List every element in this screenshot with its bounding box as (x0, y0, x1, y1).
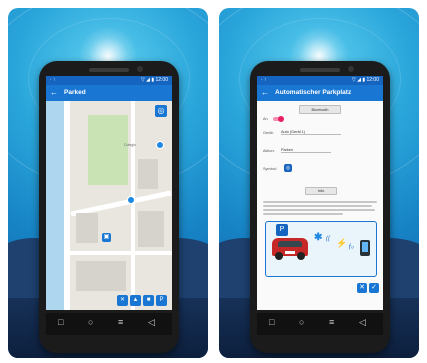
action-select[interactable]: Parken (281, 148, 331, 153)
toggle-label: An (263, 117, 268, 121)
map-road (70, 251, 172, 255)
android-nav-bar: □ ○ ≡ ◁ (257, 313, 383, 335)
signal-icon: ƒₒ (348, 244, 354, 250)
device-select[interactable]: Auto (Gerät 1) (281, 130, 341, 135)
location-marker[interactable] (156, 141, 164, 149)
app-bar: ← Parked (46, 85, 172, 101)
android-nav-bar: □ ○ ≡ ◁ (46, 313, 172, 335)
status-right: ▽ ◢ ▮ 12:00 (351, 77, 379, 83)
home-icon[interactable]: ○ (299, 317, 304, 327)
parking-sign-icon: P (276, 224, 288, 236)
map-toolbar: ✕ ▲ ■ P (117, 295, 167, 306)
map-road (131, 101, 135, 310)
parking-spot-icon[interactable]: ▣ (102, 233, 111, 242)
menu-icon[interactable]: ≡ (118, 317, 123, 327)
icon-label: Symbol: (263, 167, 277, 171)
map-street-label: Colegio (124, 143, 136, 147)
close-button[interactable]: ✕ (117, 295, 128, 306)
app-bar: ← Automatischer Parkplatz (257, 85, 383, 101)
status-right: ▽ ◢ ▮ 12:00 (140, 77, 168, 83)
map-park (88, 115, 128, 185)
status-bar: · ↑ ▽ ◢ ▮ 12:00 (257, 76, 383, 85)
bluetooth-icon: ✱ (314, 232, 323, 243)
phone-screen: · ↑ ▽ ◢ ▮ 12:00 ← Parked Colegio ◎ ▣ ✕ ▲… (46, 76, 172, 310)
home-icon[interactable]: ○ (88, 317, 93, 327)
map-building (76, 213, 98, 243)
car-wheel (297, 252, 305, 260)
navigate-button[interactable]: ▲ (130, 295, 141, 306)
back-arrow-icon[interactable]: ← (50, 85, 58, 101)
wireless-icon: (( (326, 236, 330, 242)
recent-apps-icon[interactable]: □ (58, 317, 63, 327)
parked-car-marker[interactable] (127, 196, 135, 204)
enable-toggle[interactable] (273, 116, 284, 122)
car-icon (272, 238, 308, 260)
bluetooth-button[interactable]: Bluetooth (299, 105, 341, 114)
car-wheel (275, 252, 283, 260)
phone-screen: · ↑ ▽ ◢ ▮ 12:00 ← Automatischer Parkplat… (257, 76, 383, 310)
back-icon[interactable]: ◁ (148, 317, 155, 328)
map-building (138, 211, 164, 247)
status-left: · ↑ (50, 77, 56, 83)
phone-frame: · ↑ ▽ ◢ ▮ 12:00 ← Automatischer Parkplat… (250, 61, 390, 353)
phone-speaker (89, 68, 129, 72)
save-button[interactable]: ■ (143, 295, 154, 306)
parking-button[interactable]: P (156, 295, 167, 306)
description-text (263, 199, 377, 217)
phone-camera (348, 66, 354, 72)
phone-frame: · ↑ ▽ ◢ ▮ 12:00 ← Parked Colegio ◎ ▣ ✕ ▲… (39, 61, 179, 353)
action-label: Aktion: (263, 149, 275, 153)
device-label: Gerät: (263, 131, 274, 135)
status-left: · ↑ (261, 77, 267, 83)
bolt-icon: ⚡ (336, 238, 348, 248)
illustration-panel: P ✱ (( ⚡ ƒₒ (265, 221, 377, 277)
map-view[interactable]: Colegio ◎ ▣ ✕ ▲ ■ P (46, 101, 172, 310)
phone-icon (360, 240, 370, 256)
page-title: Automatischer Parkplatz (275, 89, 352, 96)
compass-icon[interactable]: ◎ (155, 105, 167, 117)
menu-icon[interactable]: ≡ (329, 317, 334, 327)
car-plate (285, 251, 295, 254)
back-arrow-icon[interactable]: ← (261, 85, 269, 101)
confirm-button[interactable]: ✓ (369, 283, 379, 293)
phone-camera (137, 66, 143, 72)
map-road (64, 101, 70, 310)
map-building (76, 261, 126, 291)
screenshot-card-settings: · ↑ ▽ ◢ ▮ 12:00 ← Automatischer Parkplat… (219, 8, 419, 358)
map-building (138, 159, 158, 189)
icon-picker[interactable]: ◎ (284, 164, 292, 172)
status-bar: · ↑ ▽ ◢ ▮ 12:00 (46, 76, 172, 85)
back-icon[interactable]: ◁ (359, 317, 366, 328)
car-window (278, 241, 302, 247)
phone-speaker (300, 68, 340, 72)
cancel-button[interactable]: ✕ (357, 283, 367, 293)
page-title: Parked (64, 89, 86, 96)
map-water (46, 101, 64, 310)
settings-form: Bluetooth An Gerät: Auto (Gerät 1) Aktio… (257, 101, 383, 310)
info-button[interactable]: Info (305, 187, 337, 195)
recent-apps-icon[interactable]: □ (269, 317, 274, 327)
screenshot-card-map: · ↑ ▽ ◢ ▮ 12:00 ← Parked Colegio ◎ ▣ ✕ ▲… (8, 8, 208, 358)
